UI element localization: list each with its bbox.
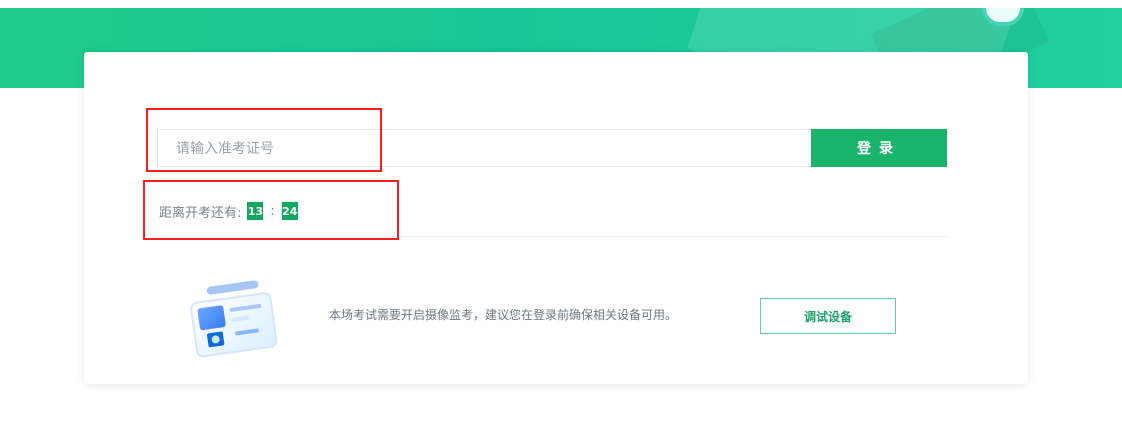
login-button[interactable]: 登录	[811, 129, 947, 167]
countdown-row: 距离开考还有: 13 : 24	[159, 198, 298, 224]
login-card: 登录 距离开考还有: 13 : 24 本场考试	[84, 52, 1028, 384]
countdown-separator: :	[270, 203, 275, 219]
countdown-seconds: 24	[281, 202, 298, 220]
ticket-input-container	[157, 129, 812, 167]
camera-test-illustration-icon	[190, 280, 278, 358]
section-divider	[148, 236, 950, 237]
test-device-button[interactable]: 调试设备	[760, 298, 896, 334]
ticket-number-input[interactable]	[158, 130, 811, 166]
device-requirement-notice: 本场考试需要开启摄像监考，建议您在登录前确保相关设备可用。	[329, 308, 678, 322]
countdown-label: 距离开考还有:	[159, 205, 242, 221]
countdown-minutes: 13	[247, 202, 264, 220]
